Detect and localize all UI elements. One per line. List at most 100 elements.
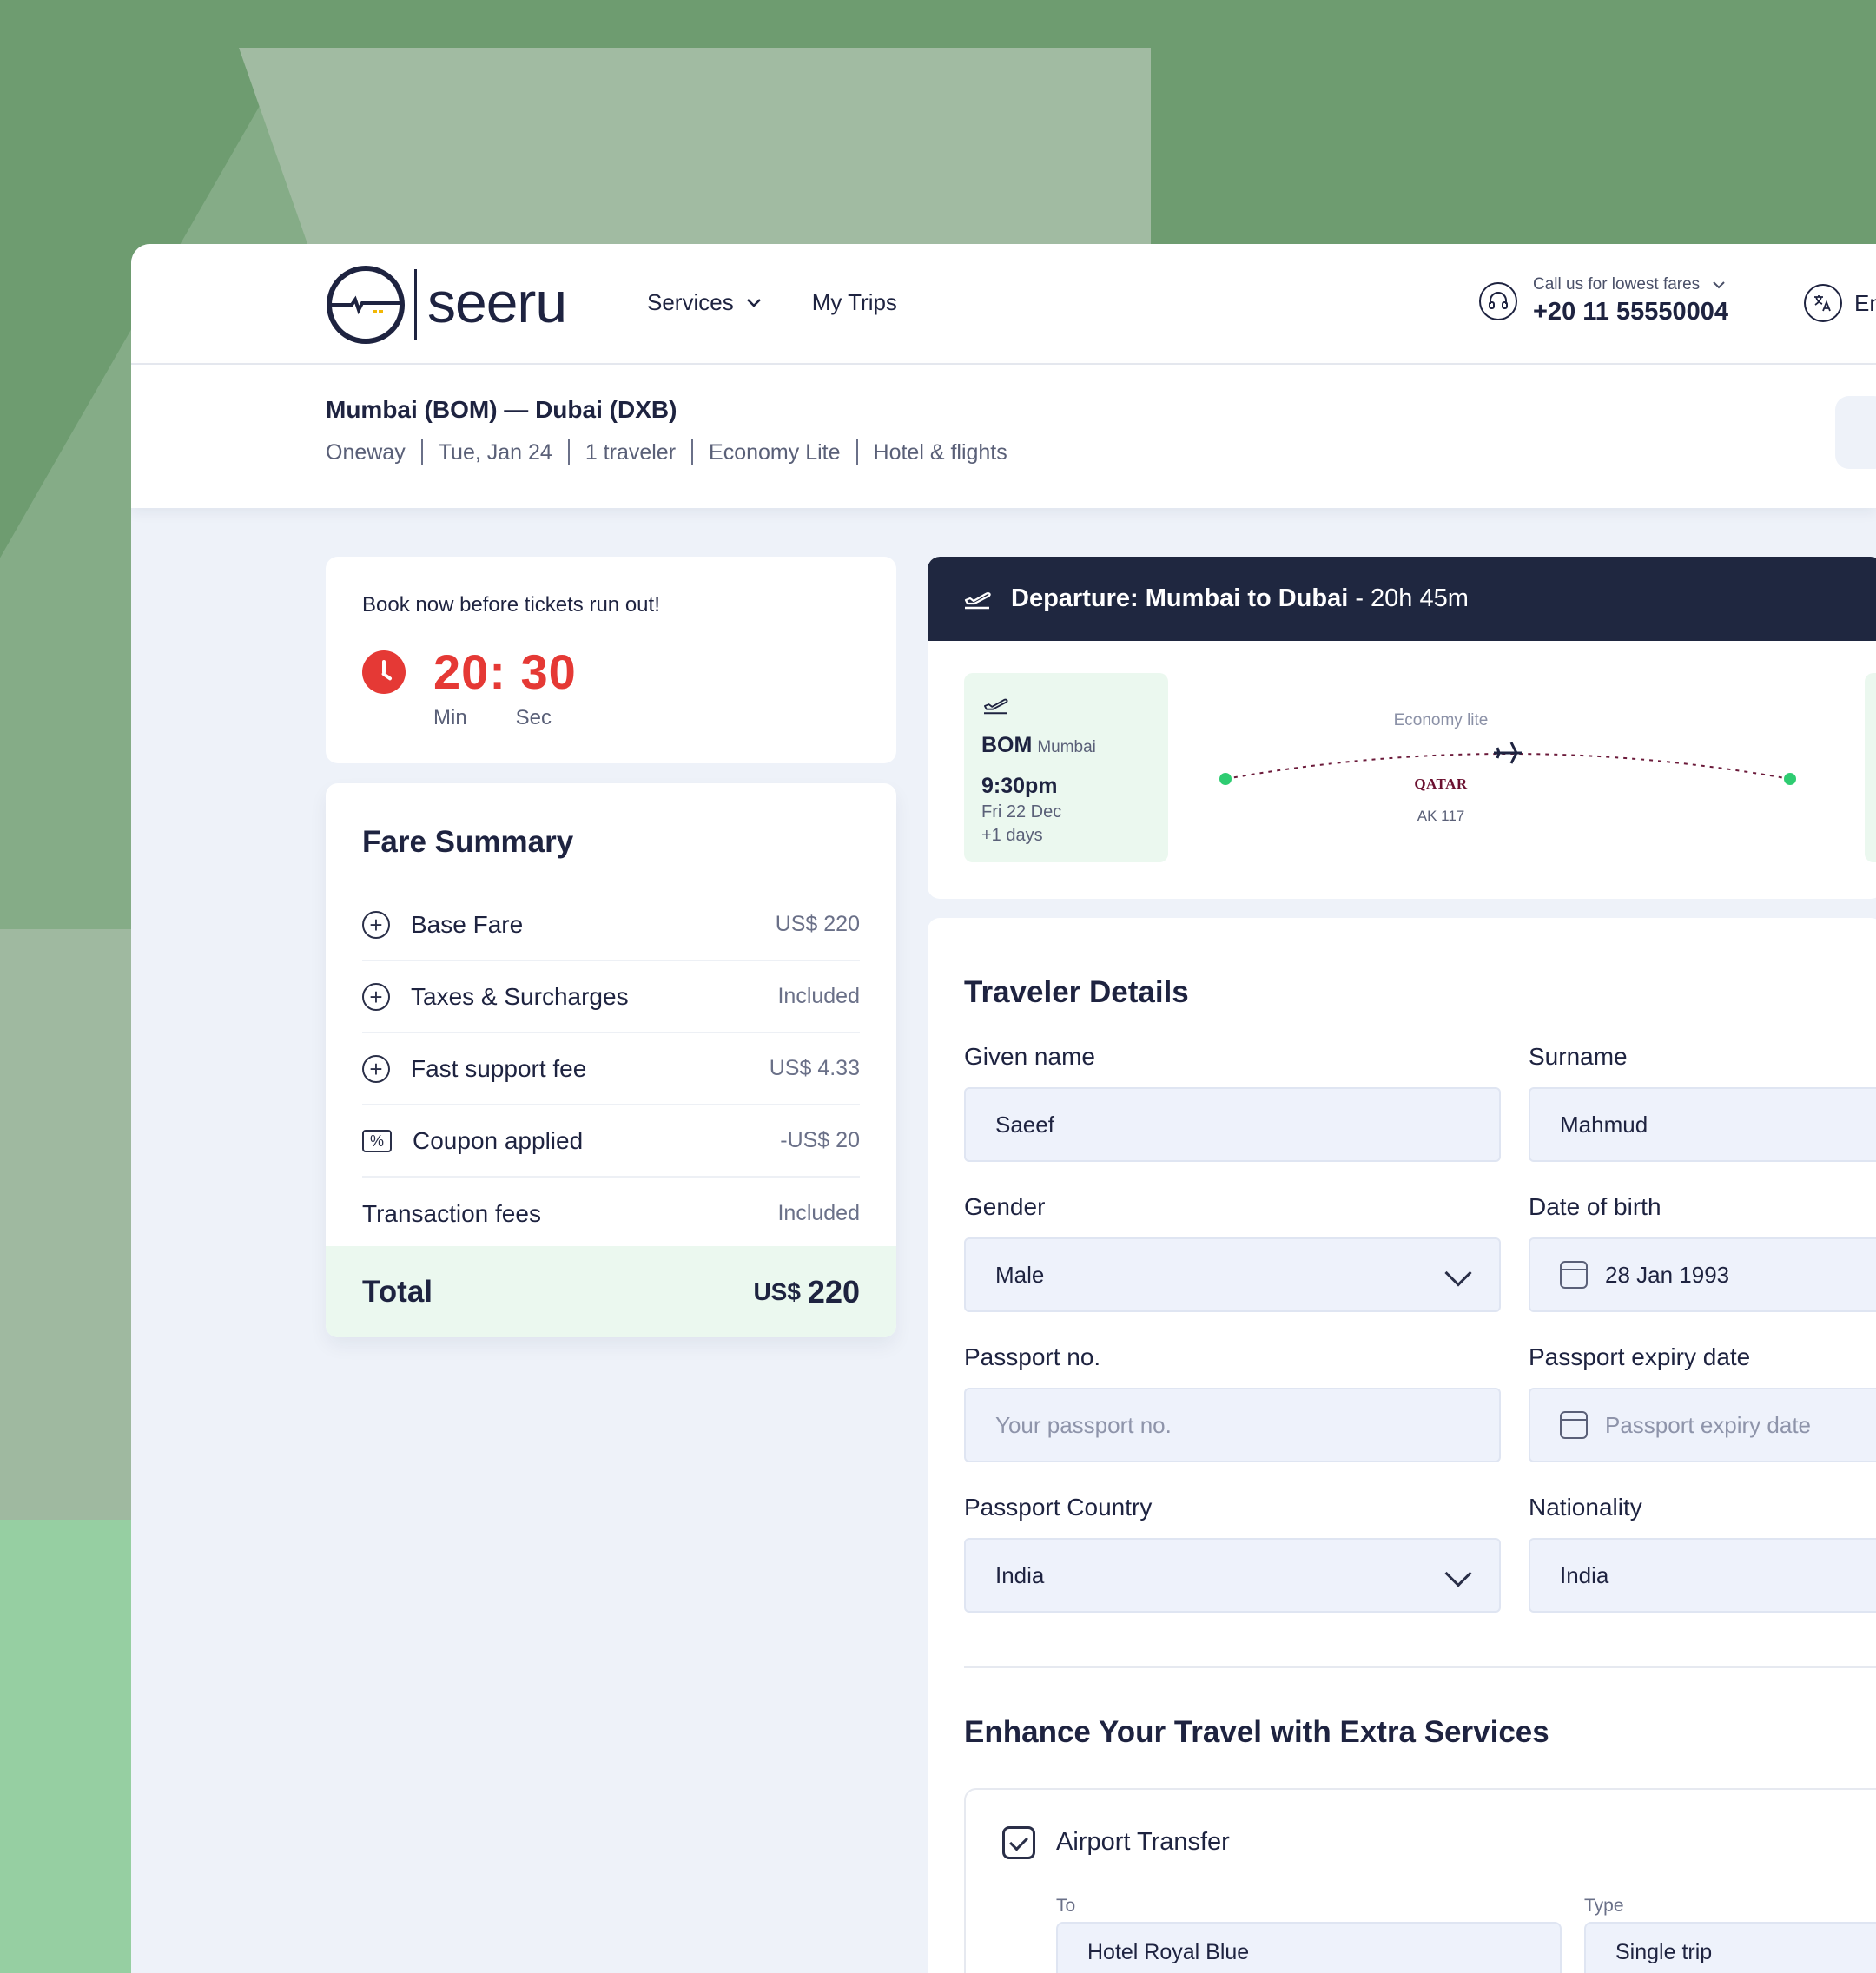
fare-total-currency: US$	[753, 1277, 801, 1305]
nav-services[interactable]: Services	[647, 289, 762, 316]
given-name-value: Saeef	[995, 1111, 1054, 1138]
traveler-details-title: Traveler Details	[964, 975, 1189, 1009]
chevron-down-icon	[1713, 281, 1725, 289]
passport-no-placeholder: Your passport no.	[995, 1411, 1172, 1438]
call-support[interactable]: Call us for lowest fares +20 11 55550004	[1479, 275, 1728, 327]
cabin-class: Economy Lite	[709, 439, 841, 465]
passport-no-label: Passport no.	[964, 1343, 1101, 1370]
origin-box: BOM Mumbai 9:30pm Fri 22 Dec +1 days	[964, 673, 1168, 862]
passport-country-value: India	[995, 1561, 1045, 1588]
headset-icon	[1479, 281, 1517, 320]
transfer-to-input[interactable]: Hotel Royal Blue	[1056, 1922, 1562, 1973]
origin-city: Mumbai	[1037, 738, 1096, 756]
fare-row-transaction-fees: Transaction fees Included	[362, 1178, 860, 1250]
search-summary: Mumbai (BOM) — Dubai (DXB) Oneway Tue, J…	[131, 365, 1876, 508]
plus-circle-icon: +	[362, 1054, 390, 1083]
traveler-details-card: Traveler Details Given name Saeef Surnam…	[928, 918, 1876, 1973]
passport-expiry-input[interactable]: Passport expiry date	[1529, 1388, 1876, 1462]
call-text: Call us for lowest fares +20 11 55550004	[1533, 275, 1728, 327]
departure-header: Departure: Mumbai to Dubai - 20h 45m	[928, 557, 1876, 641]
app-window: seeru Services My Trips Call us for lowe…	[131, 244, 1876, 1973]
surname-value: Mahmud	[1560, 1111, 1648, 1138]
surname-label: Surname	[1529, 1043, 1628, 1070]
airline-logo: QATAR	[1414, 775, 1468, 792]
route-title: Mumbai (BOM) — Dubai (DXB)	[326, 396, 677, 423]
dob-input[interactable]: 28 Jan 1993	[1529, 1237, 1876, 1312]
gender-select[interactable]: Male	[964, 1237, 1501, 1312]
cabin-class-label: Economy lite	[1393, 711, 1489, 729]
fare-row-coupon: % Coupon applied -US$ 20	[362, 1105, 860, 1178]
fare-row-taxes[interactable]: + Taxes & Surcharges Included	[362, 961, 860, 1033]
passport-country-select[interactable]: India	[964, 1538, 1501, 1613]
plus-circle-icon: +	[362, 982, 390, 1011]
trip-date: Tue, Jan 24	[438, 439, 552, 465]
extra-services-title: Enhance Your Travel with Extra Services	[964, 1715, 1549, 1749]
fare-row-label: Taxes & Surcharges	[411, 982, 629, 1010]
origin-date: Fri 22 Dec	[981, 802, 1062, 822]
fare-row-support-fee[interactable]: + Fast support fee US$ 4.33	[362, 1033, 860, 1105]
nationality-select[interactable]: India	[1529, 1538, 1876, 1613]
transfer-to-label: To	[1056, 1896, 1076, 1916]
fare-total: Total US$ 220	[326, 1246, 896, 1337]
modify-search-button[interactable]	[1835, 396, 1876, 469]
timer-units: Min Sec	[433, 706, 552, 730]
chevron-down-icon	[1444, 1259, 1472, 1287]
origin-day-offset: +1 days	[981, 826, 1043, 845]
surname-input[interactable]: Mahmud	[1529, 1087, 1876, 1162]
calendar-icon	[1560, 1261, 1588, 1289]
top-navbar: seeru Services My Trips Call us for lowe…	[131, 244, 1876, 365]
passport-no-input[interactable]: Your passport no.	[964, 1388, 1501, 1462]
plane-icon	[1494, 742, 1522, 764]
fare-row-value: -US$ 20	[780, 1128, 860, 1152]
departure-title: Departure: Mumbai to Dubai	[1011, 584, 1349, 612]
background-shape	[239, 48, 1151, 256]
chevron-down-icon	[1444, 1560, 1472, 1587]
nationality-value: India	[1560, 1561, 1609, 1588]
origin-time: 9:30pm	[981, 774, 1058, 798]
logo-separator	[414, 269, 417, 340]
nationality-label: Nationality	[1529, 1494, 1642, 1521]
timer-unit-min: Min	[433, 706, 467, 729]
route-meta: Oneway Tue, Jan 24 1 traveler Economy Li…	[326, 439, 1007, 465]
gender-value: Male	[995, 1261, 1045, 1288]
fare-total-label: Total	[362, 1274, 433, 1309]
departure-duration: - 20h 45m	[1355, 584, 1469, 612]
transfer-type-select[interactable]: Single trip	[1584, 1922, 1876, 1973]
language-selector[interactable]: En	[1804, 284, 1876, 322]
plane-takeoff-icon	[964, 591, 991, 609]
transfer-type-value: Single trip	[1615, 1939, 1713, 1964]
nav-services-label: Services	[647, 289, 734, 315]
calendar-icon	[1560, 1411, 1588, 1439]
timer-unit-sec: Sec	[515, 706, 552, 729]
logo-mark-icon	[327, 266, 405, 344]
fare-row-value: Included	[777, 1201, 860, 1225]
transfer-to-value: Hotel Royal Blue	[1087, 1939, 1250, 1964]
passport-country-label: Passport Country	[964, 1494, 1153, 1521]
timer-value: 20: 30	[433, 644, 577, 699]
fare-row-value: US$ 4.33	[769, 1056, 860, 1080]
flight-number: AK 117	[1417, 808, 1465, 824]
passport-expiry-placeholder: Passport expiry date	[1605, 1411, 1812, 1438]
nav-my-trips[interactable]: My Trips	[812, 289, 897, 316]
fare-summary-title: Fare Summary	[362, 825, 574, 859]
passport-expiry-label: Passport expiry date	[1529, 1343, 1751, 1370]
plus-circle-icon: +	[362, 910, 390, 939]
given-name-input[interactable]: Saeef	[964, 1087, 1501, 1162]
fare-total-amount: 220	[807, 1273, 860, 1310]
timer-title: Book now before tickets run out!	[362, 593, 660, 617]
fare-row-label: Coupon applied	[413, 1126, 584, 1154]
airport-transfer-checkbox[interactable]	[1002, 1826, 1035, 1859]
call-label: Call us for lowest fares	[1533, 275, 1701, 294]
translate-icon	[1804, 284, 1842, 322]
airport-transfer-label: Airport Transfer	[1056, 1828, 1230, 1856]
fare-summary-card: Fare Summary + Base Fare US$ 220 + Taxes…	[326, 783, 896, 1337]
logo[interactable]: seeru	[326, 265, 567, 345]
gender-label: Gender	[964, 1193, 1046, 1220]
fare-row-label: Base Fare	[411, 910, 524, 938]
fare-row-base-fare[interactable]: + Base Fare US$ 220	[362, 889, 860, 961]
section-divider	[964, 1666, 1876, 1668]
clock-icon	[362, 650, 406, 694]
coupon-icon: %	[362, 1129, 392, 1152]
divider	[420, 439, 423, 465]
chevron-down-icon	[746, 298, 761, 307]
